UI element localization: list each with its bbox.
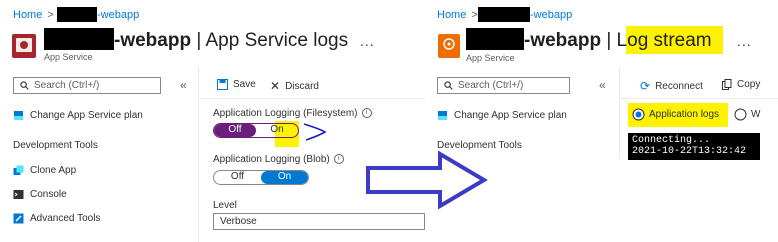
toggle-on-option[interactable]: On — [256, 124, 298, 137]
logging-filesystem-text: Application Logging (Filesystem) — [213, 108, 358, 119]
copy-button[interactable]: Copy — [722, 79, 760, 90]
discard-button[interactable]: ✕ Discard — [270, 79, 319, 93]
advanced-tools-icon — [13, 213, 24, 224]
sidebar-item-label: Change App Service plan — [30, 110, 143, 121]
sidebar-item-label: Clone App — [30, 165, 77, 176]
title-section: | Log stream — [606, 30, 712, 51]
redaction-box — [466, 28, 524, 50]
breadcrumb-resource[interactable]: -webapp — [97, 9, 139, 21]
clone-icon — [13, 165, 24, 175]
more-icon[interactable]: ... — [737, 33, 752, 49]
copy-label: Copy — [737, 79, 761, 90]
divider — [619, 68, 620, 158]
page-title: -webapp | App Service logs — [114, 30, 348, 52]
collapse-icon[interactable]: « — [180, 78, 187, 92]
collapse-icon[interactable]: « — [599, 78, 606, 92]
radio-unselected-icon — [734, 108, 747, 121]
section-development-tools: Development Tools — [437, 140, 522, 151]
search-placeholder: Search (Ctrl+/) — [34, 80, 100, 91]
toggle-off-option[interactable]: Off — [214, 171, 261, 184]
info-icon[interactable]: i — [361, 108, 372, 119]
radio-label: W — [751, 109, 761, 120]
toggle-on-option[interactable]: On — [261, 171, 308, 184]
redaction-box — [44, 28, 114, 50]
log-console: Connecting... 2021-10-22T13:32:42 — [628, 133, 760, 160]
breadcrumb-resource[interactable]: -webapp — [530, 9, 572, 21]
right-arrow-icon — [366, 150, 488, 210]
breadcrumb: Home > — [437, 9, 480, 21]
save-icon — [217, 79, 228, 90]
reconnect-icon: ⟳ — [640, 79, 651, 93]
level-select[interactable]: Verbose — [213, 213, 425, 230]
more-icon[interactable]: ... — [360, 33, 375, 49]
discard-label: Discard — [285, 80, 319, 92]
discard-icon: ✕ — [270, 79, 281, 93]
breadcrumb: Home > — [13, 9, 56, 21]
toolbar-divider — [200, 98, 425, 99]
search-icon — [444, 81, 453, 90]
console-line: 2021-10-22T13:32:42 — [632, 146, 747, 157]
redaction-box — [57, 7, 97, 22]
sidebar-item-label: Console — [30, 189, 67, 200]
page-subtitle: App Service — [44, 52, 93, 62]
toggle-off-option[interactable]: Off — [214, 124, 256, 137]
title-resource-name: -webapp — [524, 30, 602, 51]
annotation-arrow-icon — [303, 123, 327, 141]
level-label: Level — [213, 200, 237, 211]
app-service-icon — [10, 32, 38, 60]
page-subtitle: App Service — [466, 53, 515, 63]
console-line: Connecting... — [632, 135, 711, 146]
logging-blob-text: Application Logging (Blob) — [213, 154, 330, 165]
radio-selected-icon — [632, 108, 645, 121]
search-input[interactable]: Search (Ctrl+/) — [437, 77, 570, 94]
plan-icon — [14, 111, 23, 120]
section-development-tools: Development Tools — [13, 140, 98, 151]
reconnect-label: Reconnect — [655, 80, 703, 92]
redaction-box — [478, 7, 530, 22]
sidebar-item-label: Advanced Tools — [30, 213, 101, 224]
title-resource-name: -webapp — [114, 30, 192, 51]
search-icon — [20, 81, 29, 90]
breadcrumb-home[interactable]: Home — [437, 9, 466, 21]
radio-web-server-logs[interactable]: W — [734, 108, 760, 121]
app-service-icon — [437, 33, 461, 59]
save-button[interactable]: Save — [217, 79, 256, 90]
title-section: | App Service logs — [196, 30, 349, 51]
logging-blob-toggle[interactable]: Off On — [213, 170, 309, 185]
search-input[interactable]: Search (Ctrl+/) — [13, 77, 161, 94]
toolbar-divider — [620, 98, 778, 99]
breadcrumb-home[interactable]: Home — [13, 9, 42, 21]
save-label: Save — [233, 79, 256, 90]
breadcrumb-separator: > — [47, 9, 54, 21]
sidebar-item-label: Change App Service plan — [454, 110, 567, 121]
radio-application-logs[interactable]: Application logs — [632, 108, 719, 121]
info-icon[interactable]: i — [333, 154, 344, 165]
sidebar-item-console[interactable]: Console — [13, 189, 67, 200]
search-placeholder: Search (Ctrl+/) — [458, 80, 524, 91]
sidebar-item-change-plan[interactable]: Change App Service plan — [13, 110, 143, 121]
divider — [198, 68, 199, 242]
console-icon — [13, 190, 24, 199]
radio-label: Application logs — [649, 109, 720, 120]
sidebar-item-advanced-tools[interactable]: Advanced Tools — [13, 213, 100, 224]
page-title: -webapp | Log stream — [524, 30, 712, 52]
breadcrumb-separator: > — [471, 9, 478, 21]
sidebar-item-change-plan[interactable]: Change App Service plan — [437, 110, 567, 121]
copy-icon — [722, 79, 732, 90]
plan-icon — [438, 111, 447, 120]
logging-filesystem-toggle[interactable]: Off On — [213, 123, 299, 138]
logging-blob-label: Application Logging (Blob) i — [213, 154, 344, 165]
sidebar-item-clone-app[interactable]: Clone App — [13, 165, 76, 176]
reconnect-button[interactable]: ⟳ Reconnect — [640, 79, 703, 93]
logging-filesystem-label: Application Logging (Filesystem) i — [213, 108, 372, 119]
